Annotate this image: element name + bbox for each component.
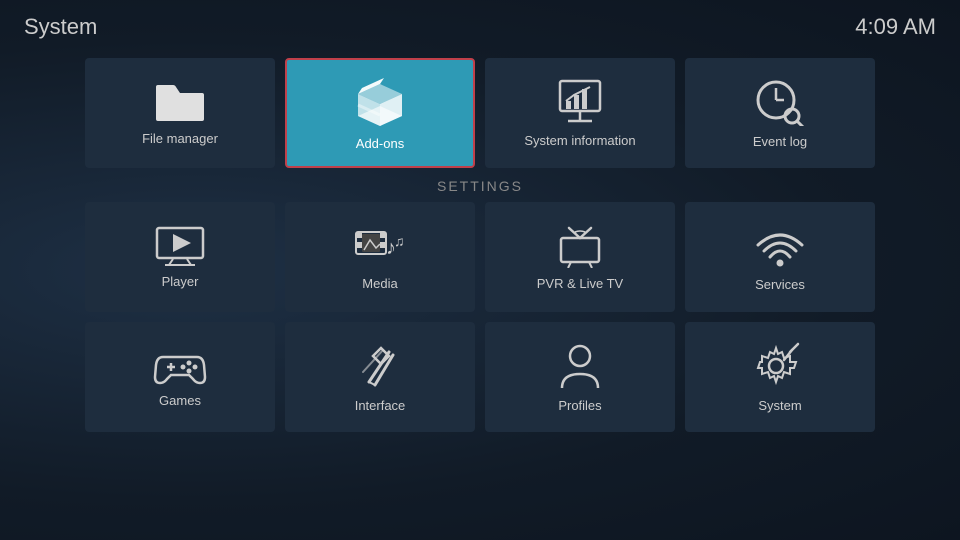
tile-label: System information xyxy=(524,133,635,148)
tile-label: PVR & Live TV xyxy=(537,276,623,291)
settings-label: Settings xyxy=(0,178,960,194)
box-icon xyxy=(353,76,407,128)
page-title: System xyxy=(24,14,97,40)
tile-add-ons[interactable]: Add-ons xyxy=(285,58,475,168)
settings-section: Settings Player xyxy=(0,178,960,432)
pencil-diamond-icon xyxy=(355,342,405,390)
tile-label: File manager xyxy=(142,131,218,146)
top-menu-row: File manager Add-ons xyxy=(0,58,960,168)
tile-pvr[interactable]: PVR & Live TV xyxy=(485,202,675,312)
tile-label: Interface xyxy=(355,398,406,413)
tile-label: Games xyxy=(159,393,201,408)
tile-label: Add-ons xyxy=(356,136,404,151)
tile-system[interactable]: System xyxy=(685,322,875,432)
tile-label: System xyxy=(758,398,801,413)
tile-profiles[interactable]: Profiles xyxy=(485,322,675,432)
tile-label: Profiles xyxy=(558,398,601,413)
tile-games[interactable]: Games xyxy=(85,322,275,432)
svg-text:♫: ♫ xyxy=(394,233,405,249)
settings-row-2: Games Interface xyxy=(0,322,960,432)
tile-interface[interactable]: Interface xyxy=(285,322,475,432)
tile-player[interactable]: Player xyxy=(85,202,275,312)
gear-fork-icon xyxy=(754,342,806,390)
settings-row-1: Player ♪ xyxy=(0,202,960,312)
film-music-icon: ♪ ♫ xyxy=(354,224,406,268)
play-screen-icon xyxy=(155,226,205,266)
person-icon xyxy=(558,342,602,390)
tile-label: Event log xyxy=(753,134,807,149)
tile-event-log[interactable]: Event log xyxy=(685,58,875,168)
tile-system-information[interactable]: System information xyxy=(485,58,675,168)
tile-media[interactable]: ♪ ♫ Media xyxy=(285,202,475,312)
tile-services[interactable]: Services xyxy=(685,202,875,312)
gamepad-icon xyxy=(153,347,207,385)
tile-label: Media xyxy=(362,276,397,291)
tile-label: Player xyxy=(162,274,199,289)
clock: 4:09 AM xyxy=(855,14,936,40)
tile-file-manager[interactable]: File manager xyxy=(85,58,275,168)
clock-search-icon xyxy=(754,78,806,126)
tv-antenna-icon xyxy=(555,224,605,268)
folder-icon xyxy=(154,81,206,123)
tile-label: Services xyxy=(755,277,805,292)
wifi-dots-icon xyxy=(754,223,806,269)
presentation-icon xyxy=(554,79,606,125)
